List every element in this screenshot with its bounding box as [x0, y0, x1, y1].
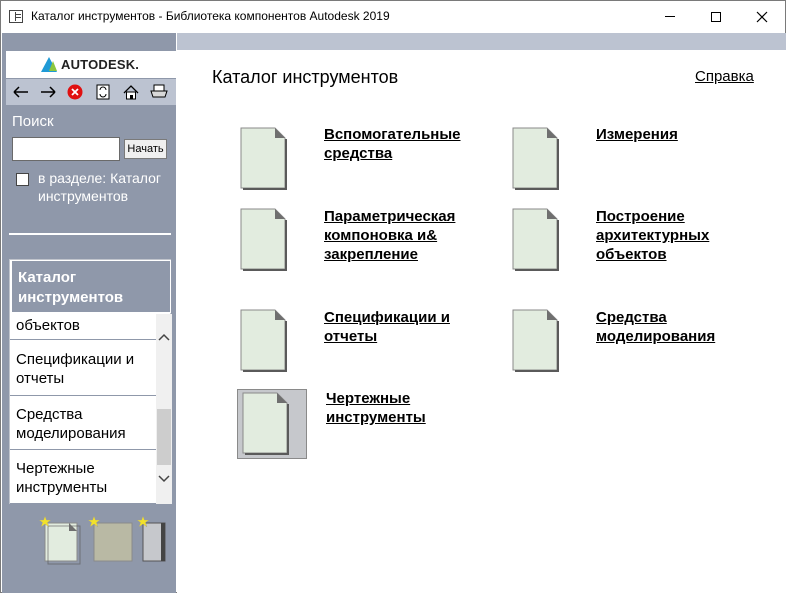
sidebar-divider [9, 233, 171, 235]
tool-label-architectural-objects[interactable]: Построение архитектурных объектов [596, 207, 756, 264]
title-bar[interactable]: Каталог инструментов - Библиотека компон… [1, 1, 785, 32]
nav-item-modeling-tools[interactable]: Средства моделирования [10, 396, 156, 450]
catalog-nav-panel: Каталог инструментов объектов Спецификац… [9, 259, 172, 504]
page-title: Каталог инструментов [212, 67, 399, 87]
maximize-button[interactable] [693, 1, 739, 32]
tool-label-auxiliary[interactable]: Вспомогательные средства [324, 125, 484, 163]
nav-item-objects[interactable]: объектов [10, 314, 156, 340]
nav-scrollbar[interactable] [156, 314, 172, 504]
new-palette-icon[interactable] [39, 515, 81, 565]
search-scope-checkbox[interactable] [16, 173, 29, 186]
tool-architectural-objects[interactable] [511, 207, 561, 278]
refresh-icon[interactable] [94, 83, 112, 101]
tool-auxiliary[interactable] [239, 126, 289, 197]
sidebar: AUTODESK. Поиск Начать в разделе: Катало… [2, 33, 176, 593]
tool-label-drafting[interactable]: Чертежные инструменты [326, 389, 486, 427]
new-catalog-icon[interactable] [137, 515, 171, 565]
tool-modeling[interactable] [511, 308, 561, 379]
tool-label-modeling[interactable]: Средства моделирования [596, 308, 756, 346]
autodesk-logo-mark-icon [41, 57, 57, 72]
help-link[interactable]: Справка [695, 68, 754, 85]
minimize-icon [665, 16, 675, 17]
nav-item-schedules-reports[interactable]: Спецификации и отчеты [10, 342, 156, 396]
new-palette-group-icon[interactable] [88, 515, 134, 565]
app-window: Каталог инструментов - Библиотека компон… [0, 0, 786, 593]
minimize-button[interactable] [647, 1, 693, 32]
tool-label-measurements[interactable]: Измерения [596, 125, 756, 144]
tool-measurements[interactable] [511, 126, 561, 197]
maximize-icon [711, 11, 721, 22]
main-top-strip [177, 33, 786, 50]
tool-document-icon [242, 392, 289, 455]
search-start-button[interactable]: Начать [124, 139, 167, 159]
scroll-down-button[interactable] [156, 470, 172, 487]
tool-document-icon [512, 309, 559, 372]
nav-toolbar [6, 79, 176, 105]
catalog-nav-list: объектов Спецификации и отчеты Средства … [10, 314, 156, 504]
autodesk-logo: AUTODESK. [6, 51, 176, 78]
tool-label-schedules-reports[interactable]: Спецификации и отчеты [324, 308, 484, 346]
chevron-up-icon [158, 333, 170, 341]
scroll-thumb[interactable] [157, 409, 171, 465]
tool-document-icon [240, 309, 287, 372]
tool-label-parametric-layout[interactable]: Параметрическая компоновка и& закреплени… [324, 207, 484, 264]
tool-document-icon [240, 208, 287, 271]
autodesk-logo-text: AUTODESK. [61, 57, 140, 72]
print-icon[interactable] [150, 83, 168, 101]
tool-document-icon [512, 127, 559, 190]
palette-tools-area [9, 507, 171, 591]
sidebar-top-strip [2, 33, 176, 49]
app-window-icon [9, 10, 23, 23]
tool-document-icon [240, 127, 287, 190]
close-icon [756, 11, 768, 22]
forward-arrow-icon[interactable] [39, 83, 57, 101]
back-arrow-icon[interactable] [12, 83, 30, 101]
tool-document-icon [512, 208, 559, 271]
window-title: Каталог инструментов - Библиотека компон… [31, 9, 390, 23]
home-icon[interactable] [122, 83, 140, 101]
search-scope-label: в разделе: Каталог инструментов [38, 170, 161, 204]
tool-drafting[interactable] [241, 391, 291, 462]
stop-icon[interactable] [66, 83, 84, 101]
main-content: Каталог инструментов Справка Вспомогател… [177, 33, 786, 593]
tool-schedules-reports[interactable] [239, 308, 289, 379]
search-label: Поиск [12, 113, 54, 130]
nav-item-drafting-tools[interactable]: Чертежные инструменты [10, 450, 156, 504]
search-input[interactable] [12, 137, 120, 161]
catalog-nav-header[interactable]: Каталог инструментов [11, 260, 171, 313]
scroll-up-button[interactable] [156, 328, 172, 345]
chevron-down-icon [158, 474, 170, 482]
tool-parametric-layout[interactable] [239, 207, 289, 278]
close-button[interactable] [739, 1, 785, 32]
